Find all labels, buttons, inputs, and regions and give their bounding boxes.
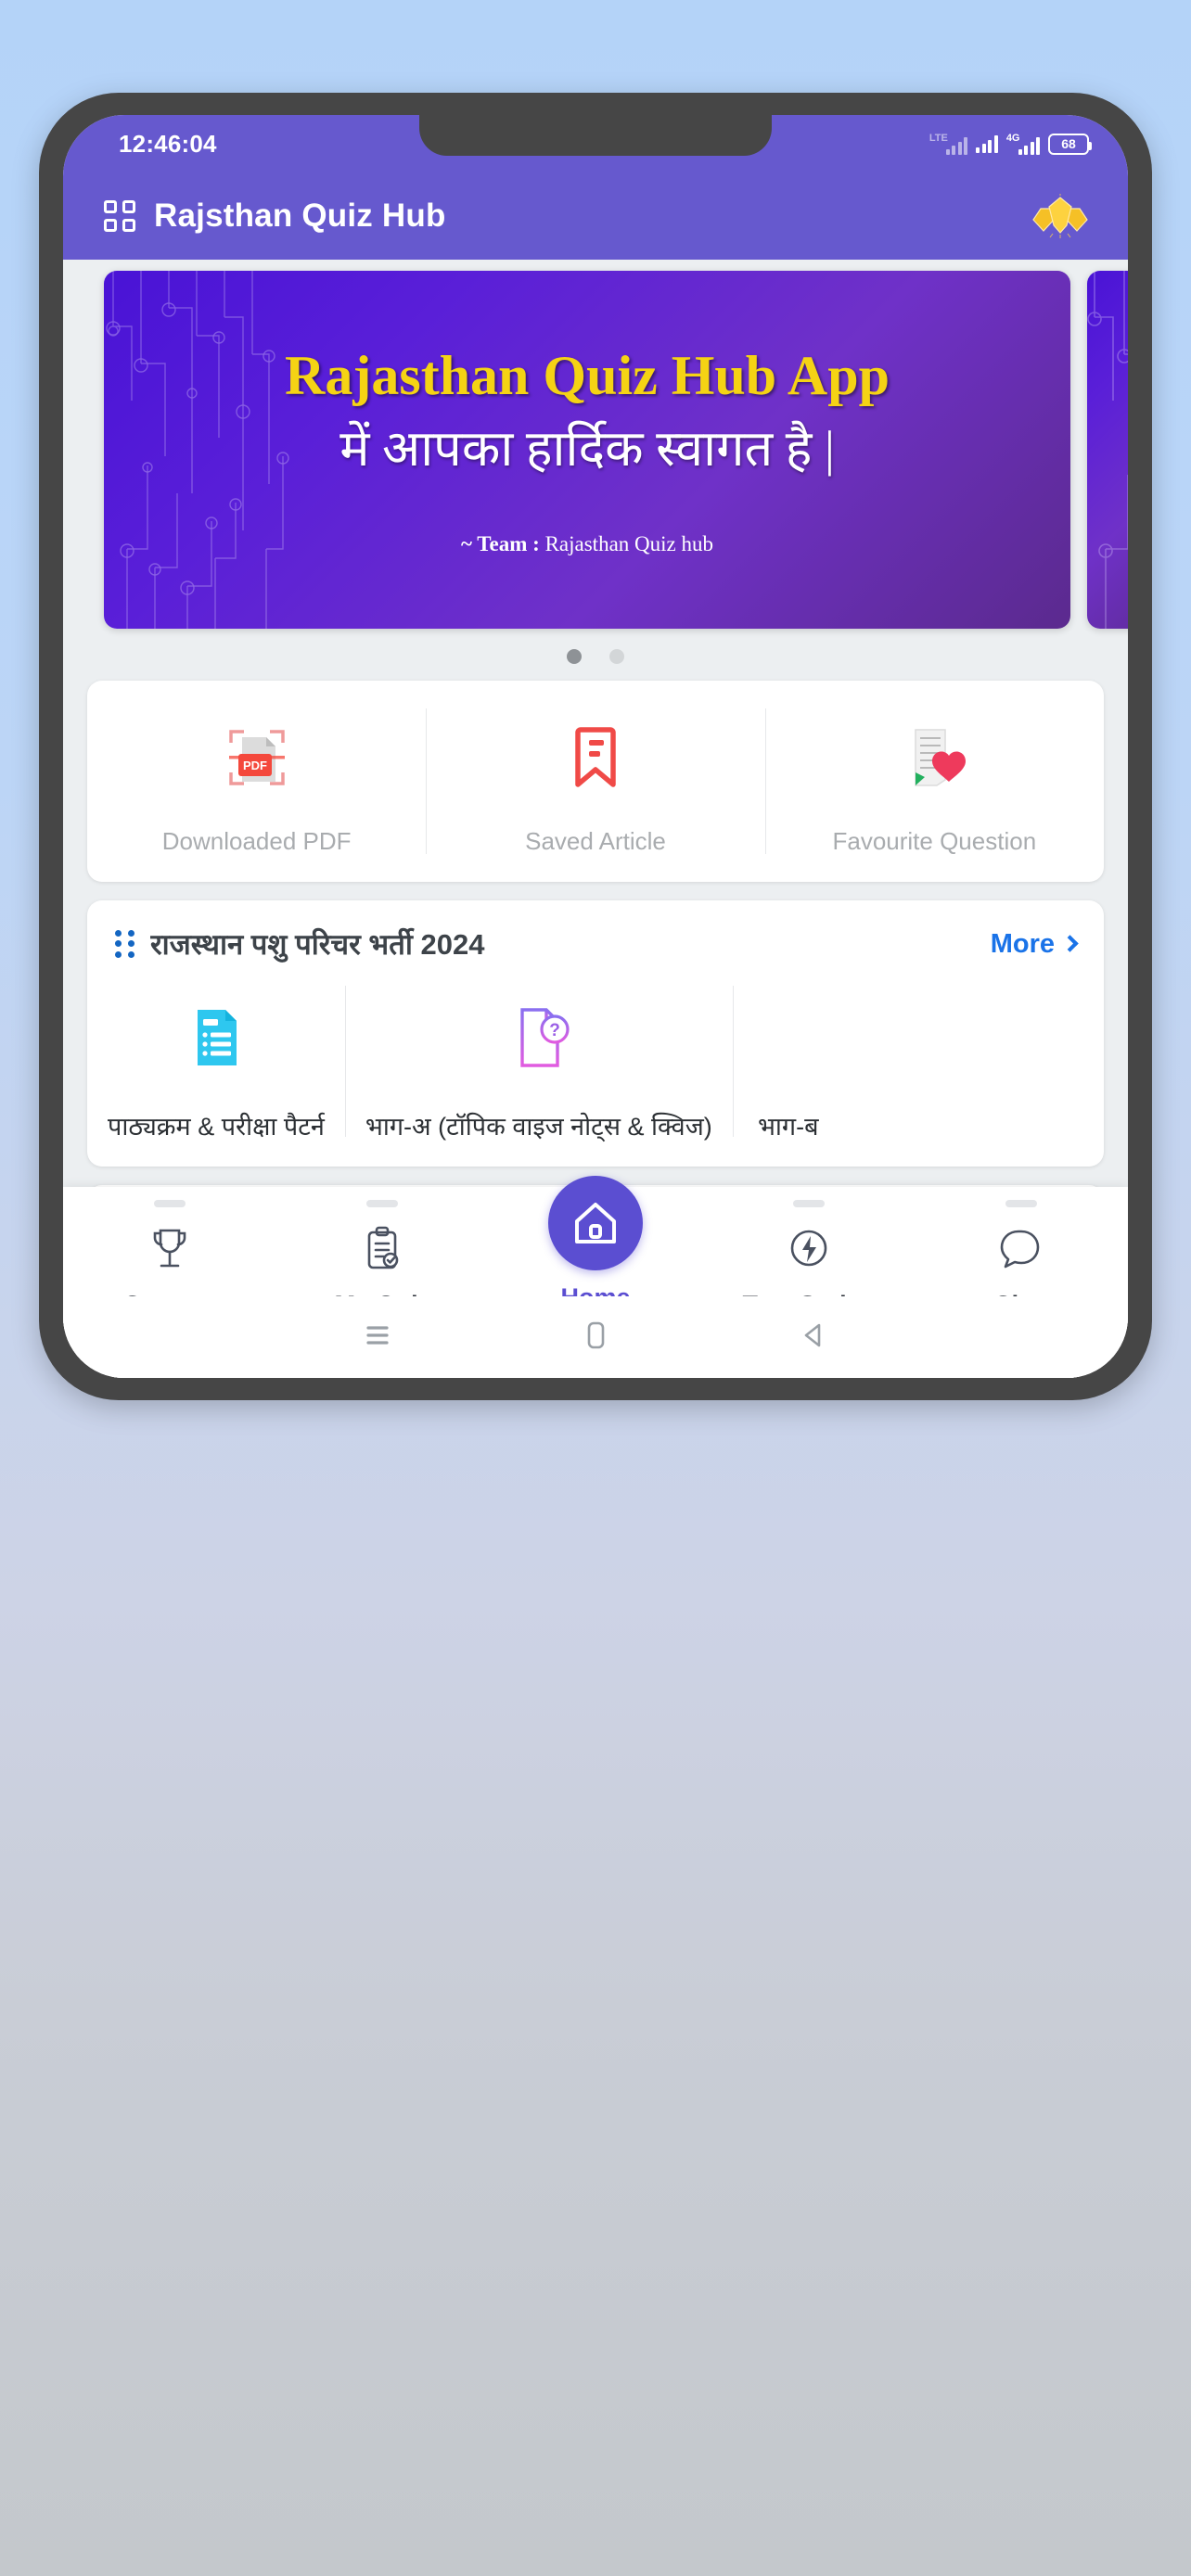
nav-indicator [153,1200,186,1207]
android-home-icon[interactable] [580,1318,611,1358]
section-more-button[interactable]: More [990,928,1079,960]
section-card-pashu-parichar: राजस्थान पशु परिचर भर्ती 2024 More पाठ्य… [87,900,1104,1167]
quick-action-saved-article[interactable]: Saved Article [426,705,764,858]
circuit-decoration [106,271,289,629]
section-header: राजस्थान पशु परिचर भर्ती 2024 More [87,900,1104,980]
lte-label: LTE [928,132,948,144]
lte-signal-icon: LTE [928,132,968,155]
grid-menu-icon[interactable] [104,200,135,232]
quick-action-label: Favourite Question [832,827,1037,855]
phone-frame: 12:46:04 LTE 4G 68 Rajsthan Quiz Hub Raj… [39,93,1152,1400]
drag-handle-icon[interactable] [115,930,135,958]
banner-subtitle: में आपका हार्दिक स्वागत है | [339,420,835,477]
banner-title: Rajasthan Quiz Hub App [285,344,890,406]
section-item[interactable]: ? भाग-अ (टॉपिक वाइज नोट्स & क्विज) [344,986,733,1142]
chevron-right-icon [1061,934,1079,952]
lightning-circle-icon [786,1220,832,1278]
trophy-icon [147,1220,193,1278]
banner-credit-prefix: ~ Team : [461,531,540,555]
gems-icon[interactable] [1028,194,1093,238]
app-title: Rajsthan Quiz Hub [154,198,446,234]
section-title: राजस्थान पशु परिचर भर्ती 2024 [150,928,485,961]
banner-carousel[interactable]: Rajasthan Quiz Hub App में आपका हार्दिक … [63,260,1128,681]
home-icon [574,1203,616,1243]
nav-indicator [792,1200,825,1207]
app-bar: Rajsthan Quiz Hub [63,172,1128,260]
clipboard-check-icon [359,1220,405,1278]
quick-action-downloaded-pdf[interactable]: PDF Downloaded PDF [87,705,426,858]
favourite-question-icon [891,712,977,803]
syllabus-doc-icon [179,993,253,1082]
section-item[interactable]: पाठ्यक्रम & परीक्षा पैटर्न [87,986,345,1142]
banner-credit: ~ Team : Rajasthan Quiz hub [461,532,713,556]
more-label: More [990,928,1055,959]
section-item-partial[interactable]: भाग-ब [732,986,844,1142]
carousel-dot-1[interactable] [567,649,582,664]
status-indicators: LTE 4G 68 [928,132,1092,155]
home-active-bubble[interactable] [547,1176,643,1270]
section-items[interactable]: पाठ्यक्रम & परीक्षा पैटर्न ? भाग-अ (टॉपि… [87,980,1104,1167]
carousel-dots[interactable] [63,629,1128,681]
section-item-label: भाग-ब [757,1113,819,1141]
android-back-icon[interactable] [797,1319,830,1357]
battery-level: 68 [1061,136,1076,151]
bookmark-icon [553,712,638,803]
nav-item-home[interactable]: Home [489,1176,702,1312]
status-time: 12:46:04 [119,129,217,158]
chat-bubble-icon [998,1220,1044,1278]
content-scroll-area[interactable]: Rajasthan Quiz Hub App में आपका हार्दिक … [63,260,1128,1378]
quick-action-label: Downloaded PDF [161,827,352,855]
quick-action-favourite-question[interactable]: Favourite Question [764,705,1104,858]
camera-notch [419,115,772,156]
notes-quiz-icon: ? [502,993,576,1082]
android-system-nav [63,1296,1128,1378]
pdf-scan-icon: PDF [214,712,300,803]
quick-actions-card: PDF Downloaded PDF Saved Article Favouri… [87,681,1104,882]
status-bar: 12:46:04 LTE 4G 68 [63,115,1128,172]
four-g-signal-icon: 4G [1006,133,1040,155]
carousel-dot-2[interactable] [609,649,624,664]
banner-credit-name: Rajasthan Quiz hub [544,531,713,555]
svg-text:?: ? [549,1021,560,1040]
battery-icon: 68 [1048,133,1092,155]
nav-indicator [366,1200,399,1207]
circuit-decoration [1087,271,1128,629]
menu-recents-icon[interactable] [361,1320,394,1356]
phone-screen: 12:46:04 LTE 4G 68 Rajsthan Quiz Hub Raj… [63,115,1128,1378]
banner-slide-2[interactable] [1087,271,1128,629]
section-item-label: भाग-अ (टॉपिक वाइज नोट्स & क्विज) [365,1113,712,1141]
banner-slide-1[interactable]: Rajasthan Quiz Hub App में आपका हार्दिक … [104,271,1070,629]
svg-text:PDF: PDF [243,759,267,772]
section-item-label: पाठ्यक्रम & परीक्षा पैटर्न [108,1113,325,1141]
signal-bars-icon [976,134,998,153]
quick-action-label: Saved Article [525,827,666,855]
nav-indicator [1005,1200,1038,1207]
